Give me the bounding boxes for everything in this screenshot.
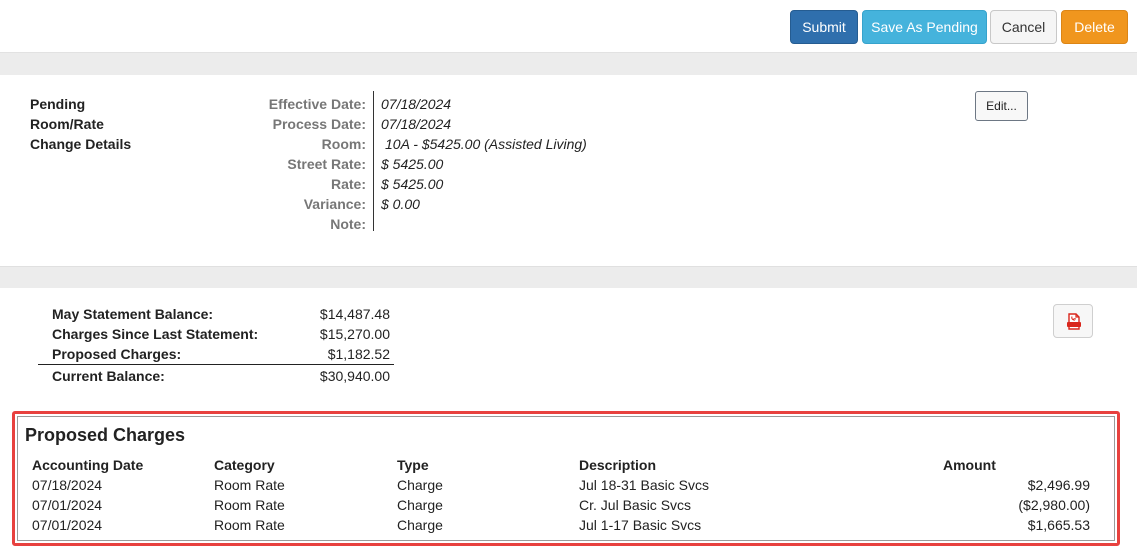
statement-balance-label: May Statement Balance: xyxy=(52,306,214,322)
delete-button[interactable]: Delete xyxy=(1061,10,1128,44)
row-1-category: Room Rate xyxy=(214,477,285,493)
proposed-charges-label: Proposed Charges: xyxy=(52,346,182,362)
change-details-panel: Pending Room/Rate Change Details Effecti… xyxy=(0,75,1137,267)
current-balance-row: Current Balance: $30,940.00 xyxy=(38,366,394,386)
edit-button[interactable]: Edit... xyxy=(975,91,1028,121)
row-3-type: Charge xyxy=(397,517,443,533)
col-type: Type xyxy=(397,457,429,473)
effective-date-value: 07/18/2024 xyxy=(381,96,452,112)
rate-label: Rate: xyxy=(330,176,366,192)
row-1-description: Jul 18-31 Basic Svcs xyxy=(579,477,709,493)
note-label: Note: xyxy=(330,216,366,232)
charges-since-label: Charges Since Last Statement: xyxy=(52,326,259,342)
balance-panel: May Statement Balance: $14,487.48 Charge… xyxy=(0,288,1137,558)
status-block: Pending Room/Rate Change Details xyxy=(30,94,131,154)
submit-button[interactable]: Submit xyxy=(790,10,858,44)
proposed-charges-section: Proposed Charges Accounting Date Categor… xyxy=(12,411,1120,546)
row-1-type: Charge xyxy=(397,477,443,493)
current-balance-label: Current Balance: xyxy=(52,368,165,384)
row-3-description: Jul 1-17 Basic Svcs xyxy=(579,517,702,533)
variance-value: $ 0.00 xyxy=(381,196,420,212)
variance-label: Variance: xyxy=(303,196,366,212)
statement-balance-value: $14,487.48 xyxy=(319,306,390,322)
charges-since-value: $15,270.00 xyxy=(319,326,390,342)
status-pending: Pending xyxy=(30,96,86,112)
col-description: Description xyxy=(579,457,657,473)
status-room-rate: Room/Rate xyxy=(30,116,104,132)
street-rate-label: Street Rate: xyxy=(287,156,366,172)
row-3-category: Room Rate xyxy=(214,517,285,533)
process-date-label: Process Date: xyxy=(272,116,366,132)
balance-divider xyxy=(38,364,394,365)
detail-labels: Effective Date: Process Date: Room: Stre… xyxy=(218,94,366,234)
detail-divider xyxy=(373,91,374,231)
room-label: Room: xyxy=(321,136,366,152)
col-amount: Amount xyxy=(943,457,996,473)
status-change-details: Change Details xyxy=(30,136,132,152)
row-2-date: 07/01/2024 xyxy=(32,497,103,513)
row-2-category: Room Rate xyxy=(214,497,285,513)
row-1-date: 07/18/2024 xyxy=(32,477,103,493)
current-balance-value: $30,940.00 xyxy=(319,368,390,384)
row-2-type: Charge xyxy=(397,497,443,513)
proposed-charges-title: Proposed Charges xyxy=(25,425,186,445)
col-accounting-date: Accounting Date xyxy=(32,457,144,473)
proposed-charges-value: $1,182.52 xyxy=(327,346,390,362)
action-toolbar: Submit Save As Pending Cancel Delete xyxy=(0,0,1137,53)
row-3-date: 07/01/2024 xyxy=(32,517,103,533)
proposed-charges-box: Proposed Charges Accounting Date Categor… xyxy=(17,416,1115,541)
proposed-charges-row: Proposed Charges: $1,182.52 xyxy=(38,344,394,364)
rate-value: $ 5425.00 xyxy=(381,176,444,192)
save-as-pending-button[interactable]: Save As Pending xyxy=(862,10,987,44)
effective-date-label: Effective Date: xyxy=(268,96,366,112)
detail-values: 07/18/2024 07/18/2024 10A - $5425.00 (As… xyxy=(381,94,587,214)
process-date-value: 07/18/2024 xyxy=(381,116,452,132)
pdf-icon xyxy=(1067,313,1081,330)
charges-since-row: Charges Since Last Statement: $15,270.00 xyxy=(38,324,394,344)
statement-balance-row: May Statement Balance: $14,487.48 xyxy=(38,304,394,324)
cancel-button[interactable]: Cancel xyxy=(990,10,1057,44)
row-2-description: Cr. Jul Basic Svcs xyxy=(579,497,692,513)
row-2-amount: ($2,980.00) xyxy=(1018,497,1090,513)
room-value: 10A - $5425.00 (Assisted Living) xyxy=(385,136,587,152)
row-3-amount: $1,665.53 xyxy=(1027,517,1090,533)
street-rate-value: $ 5425.00 xyxy=(381,156,444,172)
pdf-button[interactable] xyxy=(1053,304,1093,338)
col-category: Category xyxy=(214,457,275,473)
row-1-amount: $2,496.99 xyxy=(1027,477,1090,493)
